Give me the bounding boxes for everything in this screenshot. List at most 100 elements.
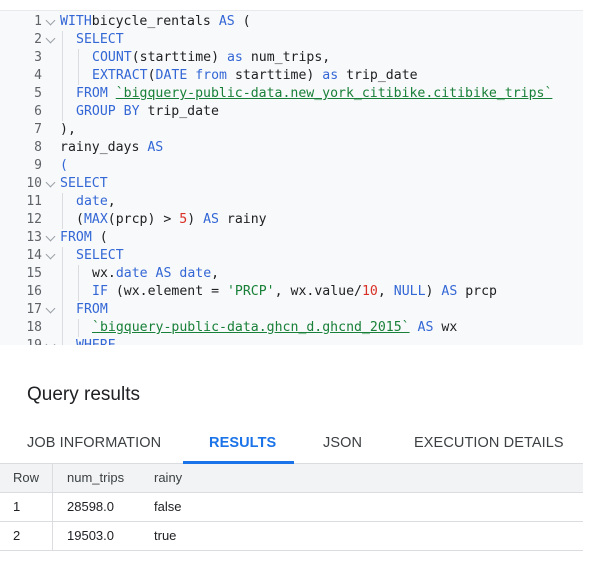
code-text: IF (wx.element = 'PRCP', wx.value/10, NU… — [92, 284, 497, 299]
table-header-row: Row num_trips rainy — [0, 464, 583, 493]
code-text: wx.date AS date, — [92, 266, 220, 281]
code-line[interactable]: 11 date, — [0, 193, 583, 211]
code-line[interactable]: 7), — [0, 121, 583, 139]
indent-guide — [62, 193, 63, 211]
indent-guide — [78, 67, 79, 85]
fold-chevron-icon[interactable] — [45, 15, 56, 26]
code-text: WHERE — [76, 337, 116, 345]
table-row: 1 28598.0 false — [0, 493, 583, 522]
code-line[interactable]: 2 SELECT — [0, 31, 583, 49]
indent-guide — [62, 319, 63, 337]
code-line[interactable]: 10 SELECT — [0, 175, 583, 193]
code-text: EXTRACT(DATE from starttime) as trip_dat… — [92, 68, 418, 83]
indent-guide — [62, 337, 63, 345]
query-results-title: Query results — [27, 384, 140, 405]
code-line[interactable]: 4 EXTRACT(DATE from starttime) as trip_da… — [0, 67, 583, 85]
fold-chevron-icon[interactable] — [45, 231, 56, 242]
code-text: date, — [76, 194, 116, 209]
code-line[interactable]: 5 FROM `bigquery-public-data.new_york_cit… — [0, 85, 583, 103]
results-table: Row num_trips rainy 1 28598.0 false 2 19… — [0, 464, 583, 551]
line-number: 12 — [26, 212, 42, 227]
line-number: 9 — [34, 158, 42, 173]
line-number: 1 — [34, 14, 42, 29]
indent-guide — [62, 265, 63, 283]
line-number: 4 — [34, 68, 42, 83]
line-number: 17 — [26, 302, 42, 317]
code-text: FROM `bigquery-public-data.new_york_citi… — [76, 86, 553, 101]
line-number: 15 — [26, 266, 42, 281]
line-number: 3 — [34, 50, 42, 65]
code-line[interactable]: 18 `bigquery-public-data.ghcn_d.ghcnd_201… — [0, 319, 583, 337]
code-text: FROM ( — [60, 230, 108, 245]
code-text: GROUP BY trip_date — [76, 104, 219, 119]
fold-chevron-icon[interactable] — [45, 339, 56, 345]
indent-guide — [62, 85, 63, 103]
line-number: 10 — [26, 176, 42, 191]
column-divider — [52, 493, 53, 521]
fold-chevron-icon[interactable] — [45, 177, 56, 188]
code-line[interactable]: 13 FROM ( — [0, 229, 583, 247]
code-line[interactable]: 6 GROUP BY trip_date — [0, 103, 583, 121]
code-line[interactable]: 12 (MAX(prcp) > 5) AS rainy — [0, 211, 583, 229]
code-line[interactable]: 17 FROM — [0, 301, 583, 319]
results-tabs: JOB INFORMATION RESULTS JSON EXECUTION D… — [0, 422, 583, 464]
indent-guide — [78, 265, 79, 283]
indent-guide — [62, 283, 63, 301]
code-line[interactable]: 19 WHERE — [0, 337, 583, 345]
indent-guide — [62, 211, 63, 229]
tab-json[interactable]: JSON — [323, 422, 362, 464]
tab-execution-details[interactable]: EXECUTION DETAILS — [414, 422, 564, 464]
code-text: rainy_days AS — [60, 140, 164, 155]
tab-results[interactable]: RESULTS — [209, 422, 276, 464]
cell-num-trips: 19503.0 — [67, 528, 114, 543]
code-line[interactable]: 15 wx.date AS date, — [0, 265, 583, 283]
code-text: ( — [60, 158, 68, 173]
column-header-num-trips[interactable]: num_trips — [67, 464, 124, 492]
sql-editor[interactable]: 1 WITHbicycle_rentals AS ( 2 SELECT 3 COUNT(s… — [0, 10, 583, 345]
line-number: 14 — [26, 248, 42, 263]
indent-guide — [62, 67, 63, 85]
column-header-rainy[interactable]: rainy — [154, 464, 182, 492]
cell-rainy: true — [154, 528, 177, 543]
code-text: ), — [60, 122, 76, 137]
indent-guide — [62, 103, 63, 121]
code-line[interactable]: 3 COUNT(starttime) as num_trips, — [0, 49, 583, 67]
line-number: 8 — [34, 140, 42, 155]
row-number: 2 — [13, 528, 21, 543]
code-text: SELECT — [60, 176, 108, 191]
table-row: 2 19503.0 true — [0, 522, 583, 551]
tab-job-information[interactable]: JOB INFORMATION — [27, 422, 161, 464]
code-text: FROM — [76, 302, 108, 317]
code-text: WITHbicycle_rentals AS ( — [60, 14, 251, 29]
indent-guide — [78, 283, 79, 301]
indent-guide — [62, 301, 63, 319]
line-number: 2 — [34, 32, 42, 47]
line-number: 5 — [34, 86, 42, 101]
fold-chevron-icon[interactable] — [45, 249, 56, 260]
indent-guide — [62, 31, 63, 49]
column-header-row: Row — [13, 470, 40, 485]
code-line[interactable]: 1 WITHbicycle_rentals AS ( — [0, 13, 583, 31]
cell-rainy: false — [154, 499, 182, 514]
row-number: 1 — [13, 499, 21, 514]
indent-guide — [78, 49, 79, 67]
code-line[interactable]: 9( — [0, 157, 583, 175]
code-line[interactable]: 14 SELECT — [0, 247, 583, 265]
cell-num-trips: 28598.0 — [67, 499, 114, 514]
code-line[interactable]: 8 rainy_days AS — [0, 139, 583, 157]
line-number: 6 — [34, 104, 42, 119]
code-line[interactable]: 16 IF (wx.element = 'PRCP', wx.value/10, … — [0, 283, 583, 301]
column-divider — [52, 464, 53, 492]
fold-chevron-icon[interactable] — [45, 303, 56, 314]
code-text: `bigquery-public-data.ghcn_d.ghcnd_2015`… — [92, 320, 458, 335]
code-text: COUNT(starttime) as num_trips, — [92, 50, 331, 65]
line-number: 13 — [26, 230, 42, 245]
code-text: SELECT — [76, 32, 124, 47]
fold-chevron-icon[interactable] — [45, 33, 56, 44]
indent-guide — [62, 247, 63, 265]
column-divider — [52, 522, 53, 550]
code-text: SELECT — [76, 248, 124, 263]
line-number: 7 — [34, 122, 42, 137]
line-number: 16 — [26, 284, 42, 299]
line-number: 11 — [26, 194, 42, 209]
